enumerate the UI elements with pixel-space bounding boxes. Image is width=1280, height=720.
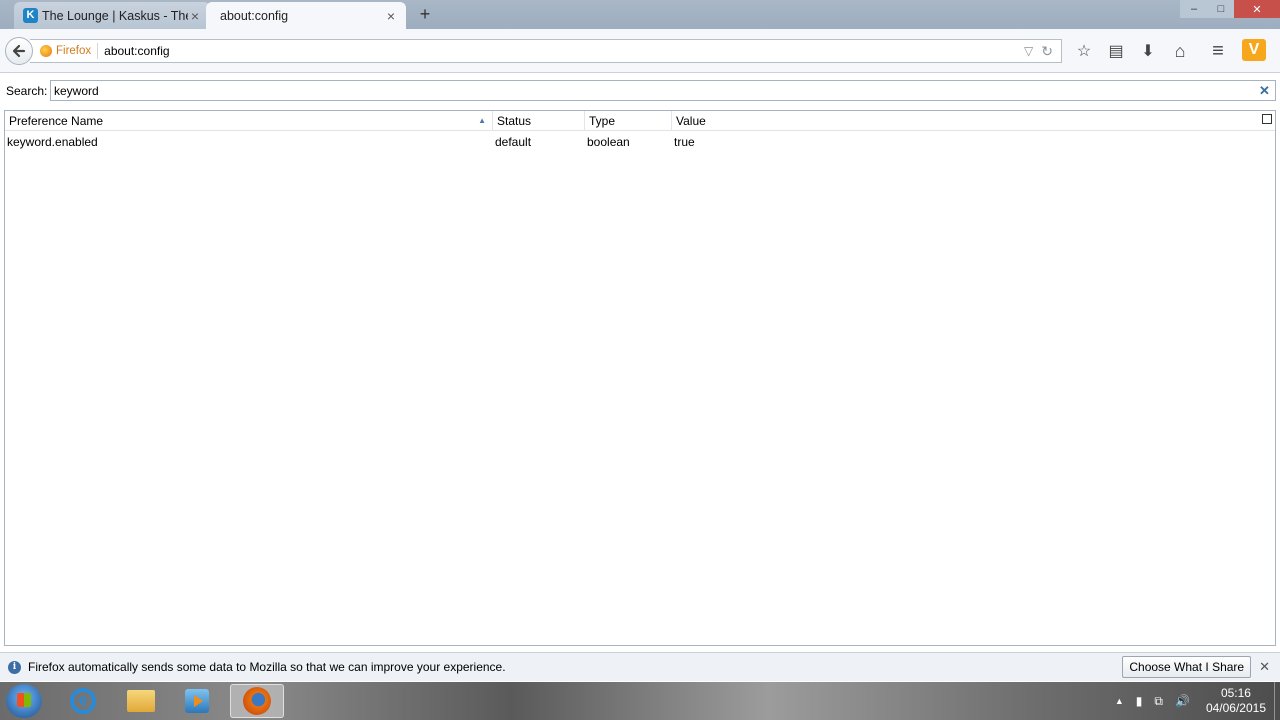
kaskus-favicon-icon: K <box>23 8 38 23</box>
tab-title: The Lounge | Kaskus - The ... <box>42 8 188 23</box>
pref-type-cell: boolean <box>587 135 630 149</box>
data-reporting-notification: i Firefox automatically sends some data … <box>0 652 1280 681</box>
windows-logo-icon <box>17 693 31 707</box>
notification-close-icon[interactable]: ✕ <box>1259 659 1270 675</box>
url-bar[interactable]: Firefox about:config ▽ ↻ <box>30 39 1062 63</box>
column-type[interactable]: Type <box>585 111 672 131</box>
navigation-toolbar: Firefox about:config ▽ ↻ ☆ ▤ ⬇ ⌂ ≡ V <box>0 29 1280 73</box>
taskbar-media-player[interactable] <box>170 684 224 718</box>
pref-value-cell: true <box>674 135 695 149</box>
taskbar-file-explorer[interactable] <box>114 684 168 718</box>
firefox-icon <box>243 687 271 715</box>
pref-name-cell: keyword.enabled <box>7 135 98 149</box>
clock[interactable]: 05:16 04/06/2015 <box>1206 686 1266 716</box>
reading-list-icon[interactable]: ▤ <box>1100 39 1132 63</box>
taskbar-firefox[interactable] <box>230 684 284 718</box>
column-label: Value <box>676 114 706 128</box>
window-controls: – □ ✕ <box>1180 0 1280 18</box>
tab-kaskus[interactable]: K The Lounge | Kaskus - The ... × <box>14 2 210 29</box>
choose-what-i-share-button[interactable]: Choose What I Share <box>1122 656 1252 678</box>
toolbar-buttons: ☆ ▤ ⬇ ⌂ ≡ <box>1068 39 1234 63</box>
reload-icon[interactable]: ↻ <box>1041 43 1053 60</box>
maximize-button[interactable]: □ <box>1208 0 1234 18</box>
tree-header: Preference Name ▲ Status Type Value <box>5 111 1275 131</box>
site-identity[interactable]: Firefox <box>32 43 99 59</box>
firefox-logo-icon <box>40 45 52 57</box>
home-icon[interactable]: ⌂ <box>1164 39 1196 63</box>
folder-icon <box>127 690 155 712</box>
new-tab-button[interactable]: + <box>416 4 434 25</box>
start-button[interactable] <box>6 684 42 718</box>
minimize-button[interactable]: – <box>1180 0 1208 18</box>
tab-strip: K The Lounge | Kaskus - The ... × about:… <box>0 0 1280 30</box>
column-picker-icon[interactable] <box>1262 114 1272 124</box>
menu-icon[interactable]: ≡ <box>1202 39 1234 63</box>
downloads-icon[interactable]: ⬇ <box>1132 39 1164 63</box>
column-label: Type <box>589 114 616 128</box>
internet-explorer-icon: e <box>70 688 96 714</box>
tab-title: about:config <box>220 9 289 23</box>
history-dropdown-icon[interactable]: ▽ <box>1024 44 1033 58</box>
column-preference-name[interactable]: Preference Name ▲ <box>5 111 493 131</box>
bookmark-star-icon[interactable]: ☆ <box>1068 39 1100 63</box>
windows-taskbar: e ▲ ▮ ⧉ 🔊 05:16 04/06/2015 <box>0 682 1280 720</box>
notification-text: Firefox automatically sends some data to… <box>28 660 506 674</box>
tab-close-icon[interactable]: × <box>384 8 398 24</box>
config-search-row: Search: ✕ <box>0 79 1280 103</box>
identity-label: Firefox <box>56 45 92 57</box>
tab-close-icon[interactable]: × <box>188 8 202 24</box>
window-close-button[interactable]: ✕ <box>1234 0 1280 18</box>
table-row[interactable]: keyword.enabled default boolean true <box>5 132 1275 152</box>
media-player-icon <box>185 689 209 713</box>
column-label: Status <box>497 114 532 128</box>
pref-status-cell: default <box>495 135 532 149</box>
search-label: Search: <box>6 84 48 98</box>
back-button[interactable] <box>5 37 33 65</box>
addon-v-icon[interactable]: V <box>1242 39 1266 61</box>
network-icon[interactable]: ⧉ <box>1154 694 1163 709</box>
sort-ascending-icon: ▲ <box>478 116 486 125</box>
taskbar-internet-explorer[interactable]: e <box>56 684 110 718</box>
search-input[interactable] <box>50 80 1276 101</box>
clear-search-icon[interactable]: ✕ <box>1259 83 1270 99</box>
show-desktop-button[interactable] <box>1274 682 1280 720</box>
clock-date: 04/06/2015 <box>1205 701 1266 715</box>
column-label: Preference Name <box>9 114 104 128</box>
system-tray: ▲ ▮ ⧉ 🔊 05:16 04/06/2015 <box>1109 682 1266 720</box>
column-value[interactable]: Value <box>672 111 1275 131</box>
preferences-tree[interactable]: Preference Name ▲ Status Type Value keyw… <box>4 110 1276 646</box>
url-text[interactable]: about:config <box>98 44 1024 58</box>
info-icon: i <box>8 660 21 674</box>
tab-about-config[interactable]: about:config × <box>206 2 406 30</box>
volume-icon[interactable]: 🔊 <box>1175 694 1190 708</box>
column-status[interactable]: Status <box>493 111 585 131</box>
show-hidden-icons-icon[interactable]: ▲ <box>1115 696 1124 706</box>
clock-time: 05:16 <box>1220 686 1251 700</box>
back-arrow-icon <box>12 44 26 58</box>
battery-icon[interactable]: ▮ <box>1136 694 1143 708</box>
